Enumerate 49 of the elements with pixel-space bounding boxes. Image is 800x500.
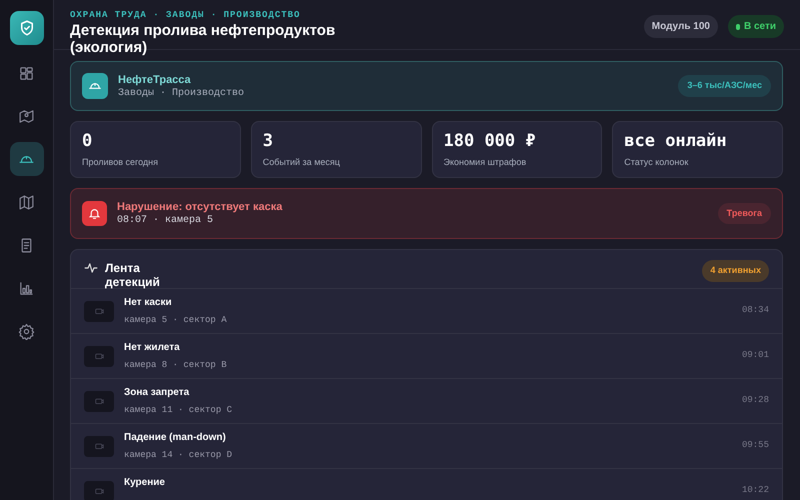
active-count-badge: 4 активных — [702, 260, 769, 282]
detection-time: 10:22 — [742, 484, 769, 498]
stat-value: 0 — [82, 131, 94, 151]
detection-title: Зона запрета — [124, 386, 190, 399]
detection-time: 09:55 — [742, 439, 769, 452]
stat-label: Экономия штрафов — [444, 157, 528, 168]
stat-label: Статус колонок — [624, 157, 690, 168]
stat-value: 3 — [262, 131, 274, 151]
camera-icon — [94, 487, 104, 495]
company-subtitle: Заводы · Производство — [118, 86, 246, 100]
sidebar-item[interactable] — [10, 142, 44, 176]
dashboard-icon — [18, 64, 35, 82]
detection-time: 09:01 — [742, 349, 769, 362]
price-badge: 3–6 тыс/АЗС/мес — [678, 75, 771, 97]
detection-time: 08:34 — [742, 304, 769, 318]
detection-title: Падение (man-down) — [124, 431, 227, 444]
breadcrumb: ОХРАНА ТРУДА · ЗАВОДЫ · ПРОИЗВОДСТВО — [70, 10, 302, 21]
alert-title: Нарушение: отсутствует каска — [117, 200, 284, 214]
detection-title: Курение — [124, 476, 166, 489]
alarm-badge: Тревога — [718, 202, 771, 224]
alert-detail: 08:07 · камера 5 — [117, 214, 214, 227]
pulse-icon — [84, 262, 98, 274]
camera-icon — [94, 397, 104, 405]
stat-label: Событий за месяц — [262, 157, 341, 168]
detection-detail: камера 11 · сектор C — [124, 404, 234, 416]
stat-value: все онлайн — [624, 131, 728, 151]
detection-title: Нет жилета — [124, 341, 181, 354]
map-icon — [18, 194, 35, 210]
module-badge: Модуль 100 — [644, 15, 718, 38]
detection-title: Нет каски — [124, 296, 173, 309]
bar-chart-icon — [18, 280, 35, 296]
settings-icon — [18, 322, 35, 340]
detection-detail: камера 5 · сектор A — [124, 314, 228, 326]
helmet-icon — [82, 73, 108, 99]
camera-icon — [94, 442, 104, 450]
stat-value: 180 000 ₽ — [444, 131, 537, 151]
map-pin-icon — [18, 108, 35, 124]
detection-detail: камера 14 · сектор D — [124, 449, 234, 461]
online-status: В сети — [744, 20, 776, 34]
detection-detail: камера 8 · сектор B — [124, 359, 228, 371]
company-name: НефтеТрасса — [118, 72, 192, 86]
feed-title: Лента детекций — [105, 261, 161, 289]
bell-icon — [82, 201, 107, 226]
page-title: Детекция пролива нефтепродуктов (экология) — [70, 22, 336, 56]
camera-icon — [94, 307, 104, 315]
stat-label: Проливов сегодня — [82, 157, 160, 168]
shield-logo-icon — [10, 11, 44, 45]
camera-icon — [94, 352, 104, 360]
detection-time: 09:28 — [742, 394, 769, 408]
